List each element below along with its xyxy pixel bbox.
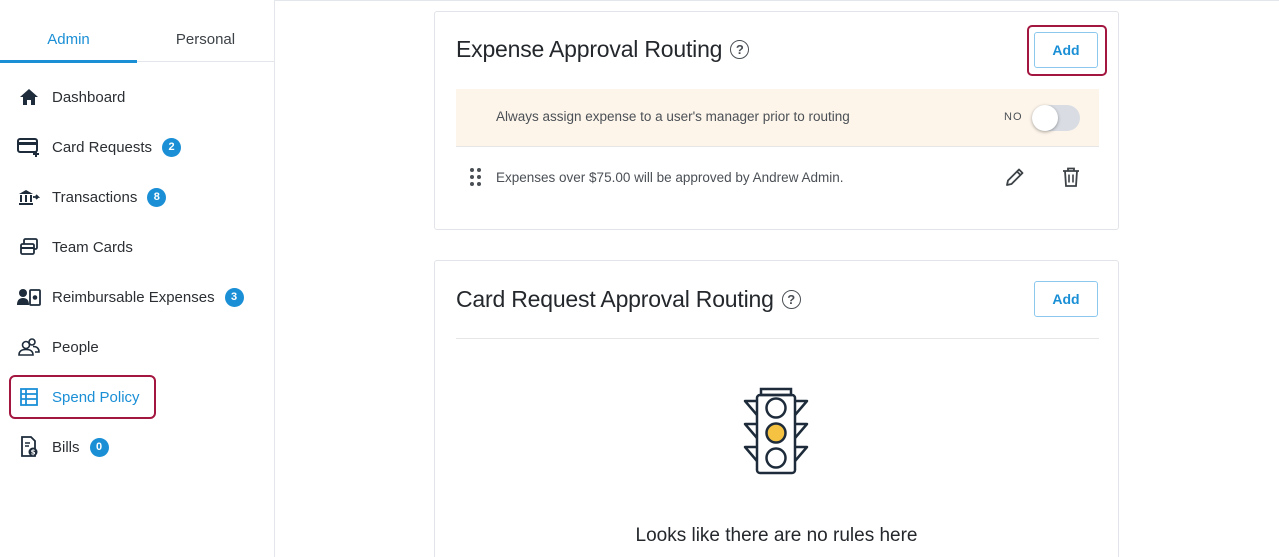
toggle-knob: [1032, 105, 1058, 131]
pencil-icon[interactable]: [1003, 165, 1027, 189]
count-badge: 8: [147, 187, 167, 207]
people-icon: [16, 334, 42, 360]
rule-row: Expenses over $75.00 will be approved by…: [456, 148, 1099, 206]
reimbursable-icon: [16, 284, 42, 310]
card-title: Expense Approval Routing ?: [456, 36, 750, 63]
trash-icon[interactable]: [1059, 165, 1083, 189]
manager-setting-row: Always assign expense to a user's manage…: [456, 89, 1099, 147]
sidebar-item-label: Bills: [52, 438, 80, 456]
expense-routing-title: Expense Approval Routing: [456, 36, 723, 62]
count-badge: 0: [89, 437, 109, 457]
bills-icon: $: [16, 434, 42, 460]
sidebar-tabs: Admin Personal: [0, 18, 274, 63]
sidebar-item-label: Transactions: [52, 188, 138, 206]
manager-toggle[interactable]: [1032, 105, 1080, 131]
sidebar-item-card-requests[interactable]: Card Requests 2: [16, 133, 182, 161]
team-cards-icon: [16, 234, 42, 260]
rule-text: Expenses over $75.00 will be approved by…: [496, 170, 844, 185]
help-icon[interactable]: ?: [781, 290, 801, 309]
traffic-light-icon: [741, 387, 811, 477]
card-title: Card Request Approval Routing ?: [456, 286, 801, 313]
sidebar-item-reimbursable-expenses[interactable]: Reimbursable Expenses 3: [16, 283, 244, 311]
spend-policy-icon: [16, 384, 42, 410]
card-request-routing-title: Card Request Approval Routing: [456, 286, 774, 312]
sidebar-item-label: Spend Policy: [52, 388, 140, 406]
transactions-icon: [16, 184, 42, 210]
sidebar-item-label: People: [52, 338, 99, 356]
home-icon: [16, 84, 42, 110]
sidebar-item-label: Card Requests: [52, 138, 153, 156]
empty-state-text: Looks like there are no rules here: [635, 525, 918, 546]
sidebar-item-people[interactable]: People: [16, 333, 99, 361]
toggle-state-label: NO: [1004, 111, 1023, 123]
add-card-request-rule-button[interactable]: Add: [1034, 281, 1098, 317]
sidebar-item-team-cards[interactable]: Team Cards: [16, 233, 133, 261]
sidebar-item-bills[interactable]: $ Bills 0: [16, 433, 109, 461]
drag-handle-icon[interactable]: [470, 168, 482, 186]
tab-admin[interactable]: Admin: [0, 18, 137, 63]
manager-setting-text: Always assign expense to a user's manage…: [496, 109, 850, 124]
sidebar-item-label: Dashboard: [52, 88, 126, 106]
count-badge: 3: [224, 287, 244, 307]
divider: [456, 338, 1099, 339]
help-icon[interactable]: ?: [730, 40, 750, 59]
add-expense-rule-button[interactable]: Add: [1034, 32, 1098, 68]
card-request-approval-routing-card: Card Request Approval Routing ? Add Look…: [434, 260, 1119, 557]
sidebar-item-spend-policy[interactable]: Spend Policy: [16, 383, 140, 411]
sidebar-item-label: Team Cards: [52, 238, 133, 256]
sidebar: Admin Personal Dashboard Card Requests 2…: [0, 0, 275, 557]
svg-text:$: $: [31, 449, 36, 457]
sidebar-item-label: Reimbursable Expenses: [52, 288, 215, 306]
sidebar-item-transactions[interactable]: Transactions 8: [16, 183, 167, 211]
sidebar-item-dashboard[interactable]: Dashboard: [16, 83, 125, 111]
card-add-icon: [16, 134, 42, 160]
count-badge: 2: [162, 137, 182, 157]
tab-personal[interactable]: Personal: [137, 18, 274, 62]
expense-approval-routing-card: Expense Approval Routing ? Add Always as…: [434, 11, 1119, 230]
